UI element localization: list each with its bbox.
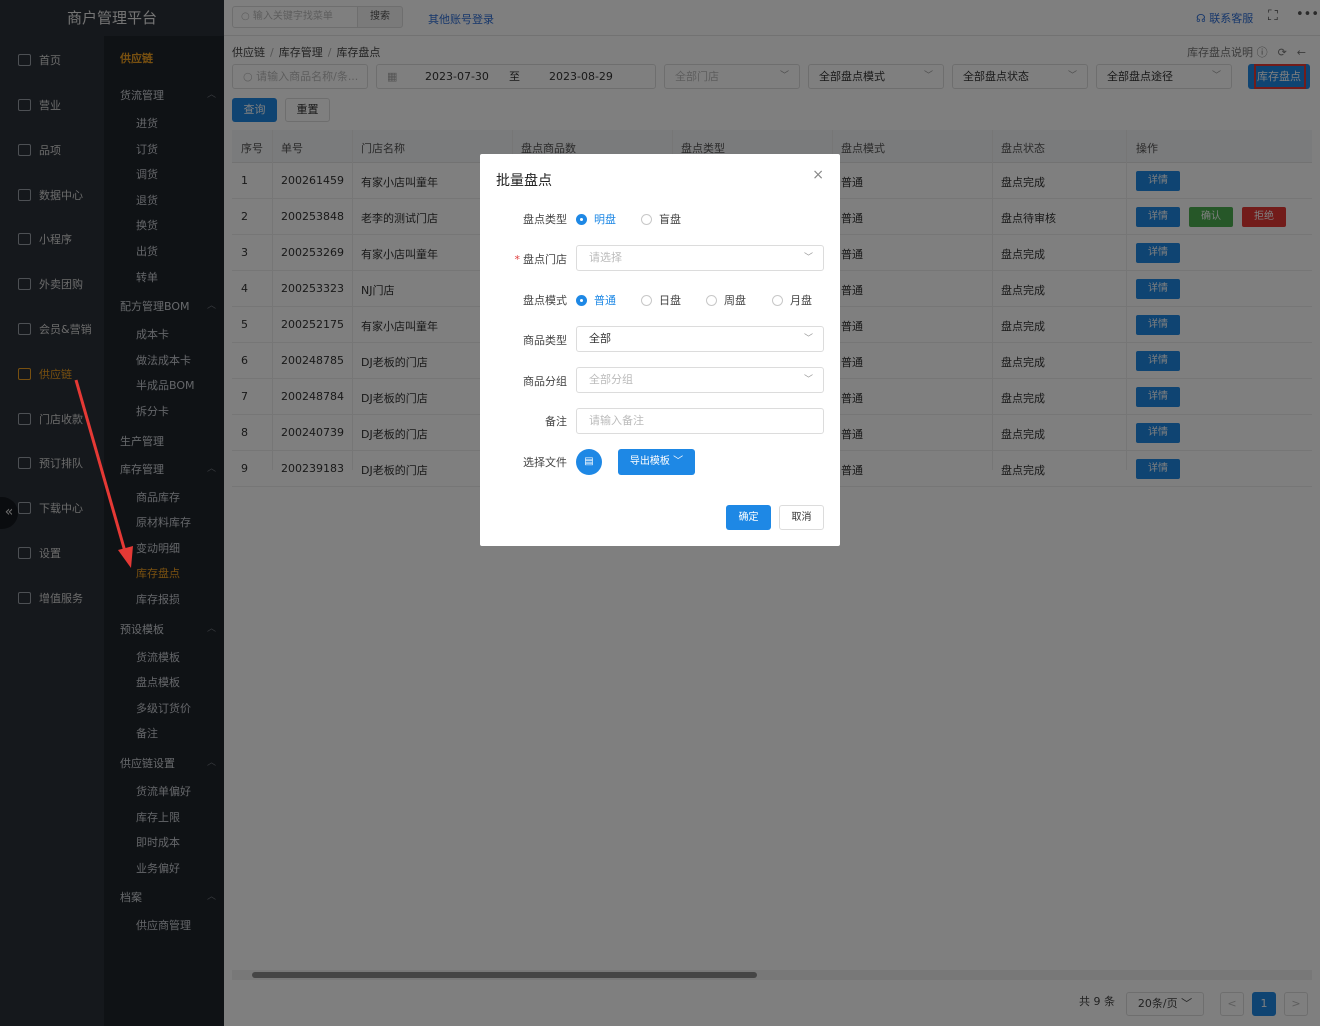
remark-placeholder: 请输入备注 [589, 414, 644, 427]
remark-input[interactable]: 请输入备注 [576, 408, 824, 434]
chevron-down-icon: ﹀ [803, 375, 813, 385]
type-radio-blind[interactable]: 盲盘 [641, 211, 681, 227]
type-label: 盘点类型 [523, 213, 567, 226]
close-icon[interactable]: × [812, 167, 824, 183]
radio-label: 明盘 [594, 213, 616, 226]
radio-label: 月盘 [790, 294, 812, 307]
store-label: * 盘点门店 [514, 253, 568, 266]
mode-label: 盘点模式 [523, 294, 567, 307]
remark-label: 备注 [545, 415, 567, 428]
dialog-title: 批量盘点 [496, 173, 552, 189]
store-select[interactable]: 请选择 ﹀ [576, 245, 824, 271]
cancel-button[interactable]: 取消 [779, 505, 824, 530]
type-radio-visible[interactable]: 明盘 [576, 211, 616, 227]
goods-group-select[interactable]: 全部分组 ﹀ [576, 367, 824, 393]
confirm-button[interactable]: 确定 [726, 505, 771, 530]
goods-type-label: 商品类型 [523, 334, 567, 347]
upload-file-icon[interactable]: ▤ [576, 449, 602, 475]
mode-radio-daily[interactable]: 日盘 [641, 292, 681, 308]
radio-label: 盲盘 [659, 213, 681, 226]
batch-stocktake-dialog: 批量盘点 × 盘点类型 明盘 盲盘 * 盘点门店 请选择 ﹀ 盘点模式 普通 日盘 … [480, 154, 840, 546]
goods-type-select[interactable]: 全部 ﹀ [576, 326, 824, 352]
radio-label: 普通 [594, 294, 616, 307]
radio-label: 周盘 [724, 294, 746, 307]
goods-group-label: 商品分组 [523, 375, 567, 388]
file-label: 选择文件 [523, 456, 567, 469]
chevron-down-icon: ﹀ [673, 456, 684, 467]
export-template-label: 导出模板 [629, 456, 670, 467]
radio-label: 日盘 [659, 294, 681, 307]
goods-type-value: 全部 [589, 332, 611, 345]
chevron-down-icon: ﹀ [803, 253, 813, 263]
store-select-placeholder: 请选择 [589, 251, 622, 264]
store-label-text: 盘点门店 [523, 253, 567, 266]
export-template-button[interactable]: 导出模板 ﹀ [618, 449, 695, 475]
chevron-down-icon: ﹀ [803, 334, 813, 344]
goods-group-placeholder: 全部分组 [589, 373, 633, 386]
mode-radio-weekly[interactable]: 周盘 [706, 292, 746, 308]
mode-radio-normal[interactable]: 普通 [576, 292, 616, 308]
mode-radio-monthly[interactable]: 月盘 [772, 292, 812, 308]
